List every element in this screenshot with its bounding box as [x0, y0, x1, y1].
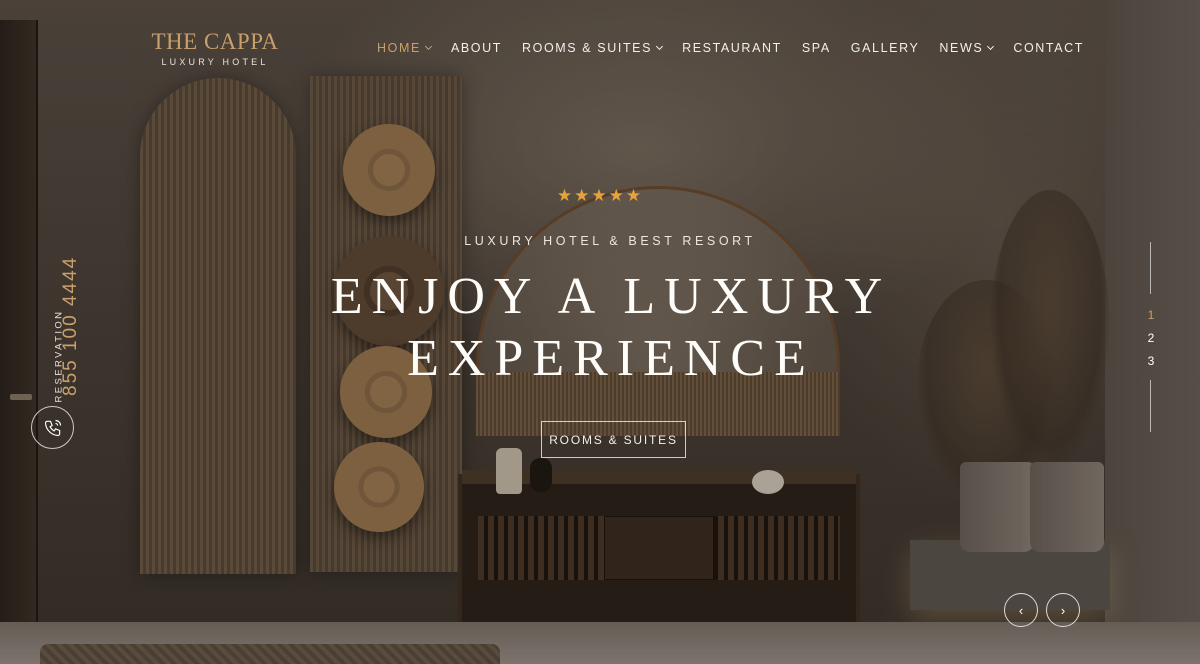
chevron-down-icon	[424, 42, 432, 51]
nav-item-label: ABOUT	[450, 41, 502, 55]
nav-item-label: GALLERY	[850, 41, 920, 55]
chevron-down-icon	[656, 42, 664, 51]
nav-item-restaurant[interactable]: RESTAURANT	[682, 40, 782, 56]
nav-item-label: HOME	[377, 41, 421, 55]
reservation-block: 855 100 4444 RESERVATION	[38, 256, 82, 403]
slide-number[interactable]: 1	[1142, 308, 1160, 322]
chevron-left-icon: ‹	[1018, 602, 1024, 618]
star-rating: ★★★★★	[556, 186, 644, 205]
call-button[interactable]	[31, 406, 74, 449]
nav-item-label: SPA	[801, 41, 831, 55]
prev-slide-button[interactable]: ‹	[1004, 593, 1038, 627]
slide-pagination: 1 2 3	[1142, 242, 1160, 432]
nav-item-label: RESTAURANT	[682, 41, 782, 55]
slide-number[interactable]: 2	[1142, 331, 1160, 345]
chevron-right-icon: ›	[1060, 602, 1066, 618]
nav-item-label: CONTACT	[1013, 41, 1084, 55]
pagination-line	[1150, 380, 1151, 432]
next-slide-button[interactable]: ›	[1046, 593, 1080, 627]
nav-item-gallery[interactable]: GALLERY	[851, 40, 920, 56]
hero-title-line: EXPERIENCE	[407, 330, 815, 387]
nav-item-rooms-suites[interactable]: ROOMS & SUITES	[522, 40, 664, 56]
nav-item-spa[interactable]: SPA	[802, 40, 831, 56]
logo[interactable]: THE CAPPA LUXURY HOTEL	[147, 29, 283, 68]
nav-item-label: ROOMS & SUITES	[522, 41, 653, 55]
phone-icon	[44, 419, 61, 436]
reservation-label: RESERVATION	[53, 309, 65, 403]
pagination-line	[1150, 242, 1151, 294]
nav-item-about[interactable]: ABOUT	[451, 40, 502, 56]
hero-title: ENJOY A LUXURY EXPERIENCE	[0, 266, 1200, 390]
hero-title-line: ENJOY A LUXURY	[330, 268, 892, 325]
slide-number[interactable]: 3	[1142, 354, 1160, 368]
rooms-suites-button[interactable]: ROOMS & SUITES	[541, 421, 686, 458]
nav-item-label: NEWS	[939, 41, 984, 55]
nav-item-home[interactable]: HOME	[377, 40, 432, 56]
logo-title: THE CAPPA	[151, 29, 279, 54]
nav-item-news[interactable]: NEWS	[939, 40, 995, 56]
hero-tagline: LUXURY HOTEL & BEST RESORT	[464, 234, 756, 248]
logo-subtitle: LUXURY HOTEL	[161, 57, 269, 67]
main-nav: HOME ABOUT ROOMS & SUITES RESTAURANT SPA…	[357, 40, 1084, 56]
nav-item-contact[interactable]: CONTACT	[1013, 40, 1084, 56]
chevron-down-icon	[987, 42, 995, 51]
